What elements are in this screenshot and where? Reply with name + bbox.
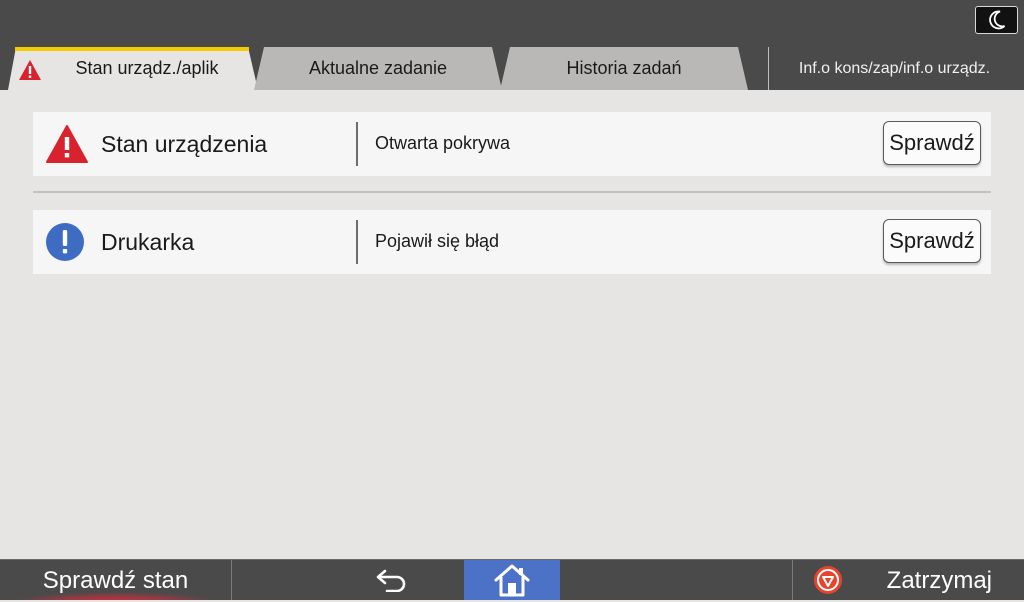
stop-label: Zatrzymaj: [886, 567, 992, 594]
tab-bar: Stan urządz./aplik Aktualne zadanie Hist…: [0, 40, 1024, 90]
check-status-label: Sprawdź stan: [42, 567, 189, 594]
warning-triangle-icon: [46, 125, 88, 163]
tab-current-job[interactable]: Aktualne zadanie: [254, 47, 502, 90]
home-button[interactable]: [464, 560, 560, 600]
moon-icon: [988, 10, 1005, 30]
check-button[interactable]: Sprawdź: [883, 121, 981, 165]
back-button[interactable]: [366, 560, 418, 600]
check-status-button[interactable]: Sprawdź stan: [0, 560, 231, 600]
stop-button[interactable]: Zatrzymaj: [793, 560, 1024, 600]
row-separator: [356, 220, 358, 264]
status-row-printer: Drukarka Pojawił się błąd Sprawdź: [33, 210, 991, 274]
row-status-text: Pojawił się błąd: [375, 231, 500, 251]
exclamation-circle-icon: [46, 223, 84, 261]
warning-triangle-icon: [19, 60, 41, 80]
status-row-device: Stan urządzenia Otwarta pokrywa Sprawdź: [33, 112, 991, 176]
tab-job-history[interactable]: Historia zadań: [500, 47, 748, 90]
row-title: Drukarka: [101, 229, 195, 255]
back-arrow-icon: [376, 569, 406, 592]
row-separator: [356, 122, 358, 166]
top-status-bar: [0, 0, 1024, 40]
energy-saver-button[interactable]: [975, 6, 1018, 34]
bottom-bar: Sprawdź stan Zatrzymaj: [0, 559, 1024, 600]
home-icon: [494, 564, 530, 597]
tab-consumables-info[interactable]: Inf.o kons/zap/inf.o urządz.: [768, 47, 1020, 90]
section-divider: [33, 191, 991, 193]
check-button[interactable]: Sprawdź: [883, 219, 981, 263]
tab-label: Aktualne zadanie: [308, 58, 448, 78]
tab-label: Inf.o kons/zap/inf.o urządz.: [798, 59, 991, 77]
tab-label: Historia zadań: [566, 58, 682, 78]
stop-icon: [814, 566, 842, 594]
bottom-separator: [231, 560, 232, 600]
tab-label: Stan urządz./aplik: [75, 58, 219, 78]
row-status-text: Otwarta pokrywa: [375, 133, 511, 153]
tab-device-status[interactable]: Stan urządz./aplik: [8, 47, 258, 90]
row-title: Stan urządzenia: [101, 131, 268, 157]
